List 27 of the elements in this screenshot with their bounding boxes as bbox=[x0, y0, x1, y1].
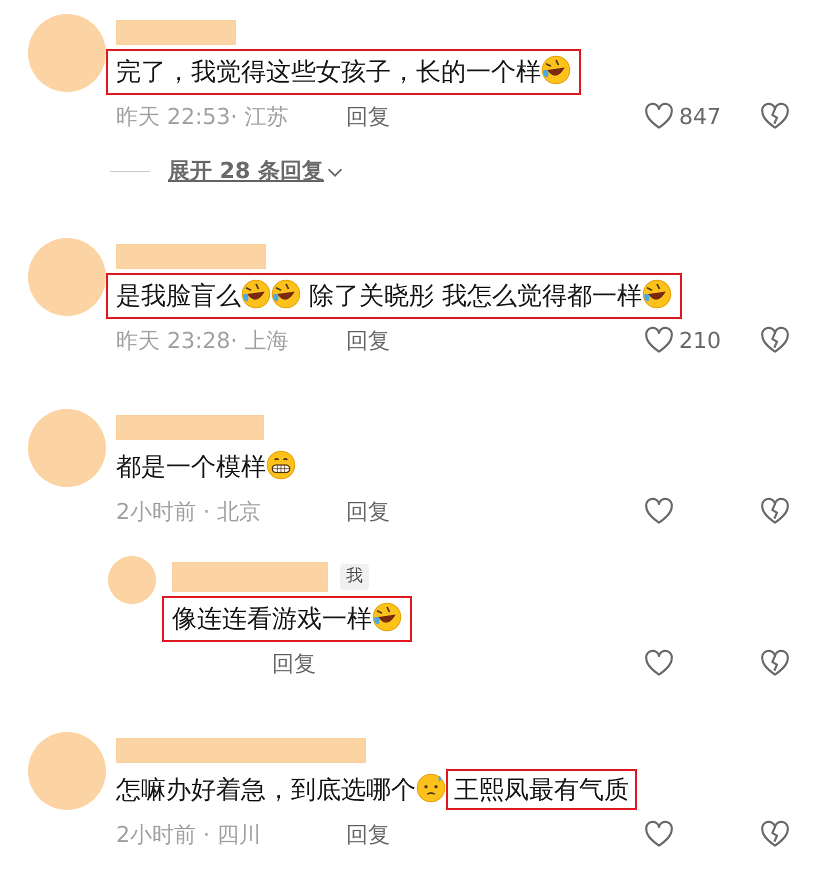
reply-button[interactable]: 回复 bbox=[346, 496, 390, 528]
reply-button[interactable]: 回复 bbox=[346, 100, 390, 134]
laughing-face-icon bbox=[372, 602, 402, 632]
comment-time-location: 昨天 22:53· 江苏 bbox=[116, 104, 290, 132]
comment-text: 怎嘛办好着急，到底选哪个 bbox=[116, 775, 416, 804]
comment-text: 都是一个模样 bbox=[116, 452, 266, 481]
expand-replies-link[interactable]: 展开 28 条回复 bbox=[168, 155, 324, 188]
comment-time-location: 2小时前 · 北京 bbox=[116, 498, 262, 526]
like-count: 210 bbox=[679, 328, 721, 356]
laughing-face-icon bbox=[541, 55, 571, 85]
reply-button[interactable]: 回复 bbox=[272, 648, 316, 680]
reply-button[interactable]: 回复 bbox=[346, 324, 390, 358]
author-badge: 我 bbox=[340, 564, 369, 590]
comment-text: 像连连看游戏一样 bbox=[172, 604, 372, 633]
reply-button[interactable]: 回复 bbox=[346, 818, 390, 852]
comment-text: 是我脸盲么 bbox=[116, 281, 241, 310]
like-count: 847 bbox=[679, 104, 721, 132]
comment-text: 王熙凤最有气质 bbox=[454, 775, 629, 804]
comment-text: 除了关晓彤 我怎么觉得都一样 bbox=[308, 281, 642, 310]
laughing-face-icon bbox=[241, 279, 271, 309]
comment-text: 完了，我觉得这些女孩子，长的一个样 bbox=[116, 57, 541, 86]
sweating-face-icon bbox=[416, 773, 446, 803]
comment-time-location: 2小时前 · 四川 bbox=[116, 822, 262, 850]
grinning-face-icon bbox=[266, 450, 296, 480]
comment-time-location: 昨天 23:28· 上海 bbox=[116, 328, 290, 356]
laughing-face-icon bbox=[271, 279, 301, 309]
laughing-face-icon bbox=[642, 279, 672, 309]
